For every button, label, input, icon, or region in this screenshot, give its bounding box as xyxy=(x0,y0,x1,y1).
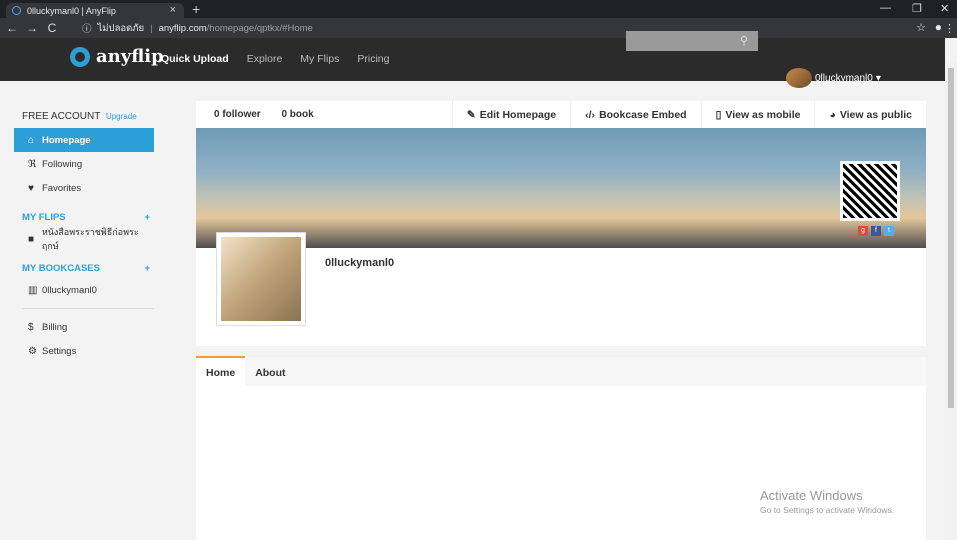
qr-code-icon xyxy=(840,161,900,221)
profile-card: 0 follower 0 book ✎ Edit Homepage ‹/› Bo… xyxy=(196,101,926,346)
nav-explore[interactable]: Explore xyxy=(247,53,283,65)
facebook-icon[interactable]: f xyxy=(871,226,881,236)
user-menu[interactable]: 0lluckymanl0 ▾ xyxy=(786,68,881,88)
panel-tabs: Home About xyxy=(196,356,926,386)
tab-title: 0lluckymanl0 | AnyFlip xyxy=(27,5,116,16)
close-window-icon[interactable]: ✕ xyxy=(940,2,949,15)
info-icon[interactable]: ⓘ xyxy=(82,21,92,35)
back-icon[interactable]: ← xyxy=(4,21,20,35)
tab-about[interactable]: About xyxy=(245,367,295,386)
account-type: FREE ACCOUNT xyxy=(22,111,101,122)
sidebar-item-billing[interactable]: $ Billing xyxy=(14,315,154,339)
edit-icon: ✎ xyxy=(466,108,476,121)
add-flip-icon[interactable]: + xyxy=(144,212,150,223)
minimize-icon[interactable]: — xyxy=(880,2,891,14)
security-label: ไม่ปลอดภัย xyxy=(97,22,145,34)
profile-stats: 0 follower 0 book xyxy=(214,109,332,120)
nav-quick-upload[interactable]: Quick Upload xyxy=(161,53,229,65)
sidebar-item-homepage[interactable]: ⌂ Homepage xyxy=(14,128,154,152)
sidebar: FREE ACCOUNT Upgrade ⌂ Homepage ℜ Follow… xyxy=(14,101,154,531)
heart-icon: ♥ xyxy=(28,182,34,194)
add-bookcase-icon[interactable]: + xyxy=(144,263,150,274)
code-icon: ‹/› xyxy=(585,108,596,121)
logo-circle-icon xyxy=(70,46,90,67)
browser-titlebar: 0lluckymanl0 | AnyFlip × + — ❐ ✕ xyxy=(0,0,957,18)
tab-home[interactable]: Home xyxy=(196,356,246,386)
books-count[interactable]: 0 book xyxy=(281,109,313,120)
globe-icon: ◕ xyxy=(829,108,836,121)
view-as-mobile-button[interactable]: ▯ View as mobile xyxy=(700,101,815,128)
search-box: ⚲ xyxy=(626,31,758,51)
sidebar-item-following[interactable]: ℜ Following xyxy=(14,152,154,176)
close-tab-icon[interactable]: × xyxy=(170,4,176,16)
reload-icon[interactable]: C xyxy=(44,21,60,35)
upgrade-link[interactable]: Upgrade xyxy=(106,112,137,121)
windows-watermark: Activate Windows Go to Settings to activ… xyxy=(760,488,895,515)
anyflip-logo[interactable]: anyflip xyxy=(70,46,164,67)
logo-text: anyflip xyxy=(96,46,164,67)
search-input[interactable] xyxy=(626,31,758,51)
url-domain: anyflip.com xyxy=(158,22,207,34)
browser-tab[interactable]: 0lluckymanl0 | AnyFlip × xyxy=(6,3,184,18)
browser-menu-icon[interactable]: ⋮ xyxy=(944,22,955,35)
dollar-icon: $ xyxy=(28,321,34,333)
chevron-down-icon: ▾ xyxy=(875,72,881,84)
share-icons: g f t xyxy=(855,226,894,236)
url-path: /homepage/qptkx/#Home xyxy=(206,22,313,34)
nav-my-flips[interactable]: My Flips xyxy=(300,53,339,65)
avatar xyxy=(216,232,306,326)
followers-count[interactable]: 0 follower xyxy=(214,109,261,120)
my-flips-heading: MY FLIPS + xyxy=(22,212,150,223)
nav-pricing[interactable]: Pricing xyxy=(357,53,389,65)
search-icon[interactable]: ⚲ xyxy=(740,34,748,47)
edit-homepage-button[interactable]: ✎ Edit Homepage xyxy=(451,101,570,128)
profile-name: 0lluckymanl0 xyxy=(325,257,395,269)
home-icon: ⌂ xyxy=(28,134,35,146)
view-as-public-button[interactable]: ◕ View as public xyxy=(814,101,926,128)
gear-icon: ⚙ xyxy=(28,345,37,357)
bookcase-icon: ▥ xyxy=(28,284,38,296)
forward-icon[interactable]: → xyxy=(24,21,40,35)
address-bar: ← → C ⓘ ไม่ปลอดภัย | anyflip.com /homepa… xyxy=(0,18,957,38)
mobile-icon: ▯ xyxy=(715,108,722,121)
anyflip-favicon-icon xyxy=(12,6,21,15)
new-tab-icon[interactable]: + xyxy=(192,1,200,17)
page-scrollbar[interactable] xyxy=(945,63,957,540)
google-plus-icon[interactable]: g xyxy=(858,226,868,236)
bookmark-star-icon[interactable]: ☆ xyxy=(916,21,926,34)
user-avatar xyxy=(786,68,812,88)
user-name: 0lluckymanl0 xyxy=(815,72,873,84)
sidebar-item-settings[interactable]: ⚙ Settings xyxy=(14,339,154,363)
rss-icon: ℜ xyxy=(28,158,37,170)
cover-banner: g f t xyxy=(196,128,926,248)
profile-icon[interactable]: ● xyxy=(935,20,942,34)
bookcase-embed-button[interactable]: ‹/› Bookcase Embed xyxy=(570,101,700,128)
twitter-icon[interactable]: t xyxy=(884,226,894,236)
sidebar-item-favorites[interactable]: ♥ Favorites xyxy=(14,176,154,200)
maximize-icon[interactable]: ❐ xyxy=(912,2,922,15)
my-bookcases-heading: MY BOOKCASES + xyxy=(22,263,150,274)
profile-actions: ✎ Edit Homepage ‹/› Bookcase Embed ▯ Vie… xyxy=(451,101,926,128)
url-field[interactable]: ⓘ ไม่ปลอดภัย | anyflip.com /homepage/qpt… xyxy=(82,20,942,36)
sidebar-item-bookcase[interactable]: ▥ 0lluckymanl0 xyxy=(14,278,154,302)
book-icon: ■ xyxy=(28,233,35,245)
main-nav: Quick Upload Explore My Flips Pricing xyxy=(161,53,408,65)
sidebar-item-flip[interactable]: ■ หนังสือพระราชพิธีก่อพระฤกษ์ xyxy=(14,227,154,251)
